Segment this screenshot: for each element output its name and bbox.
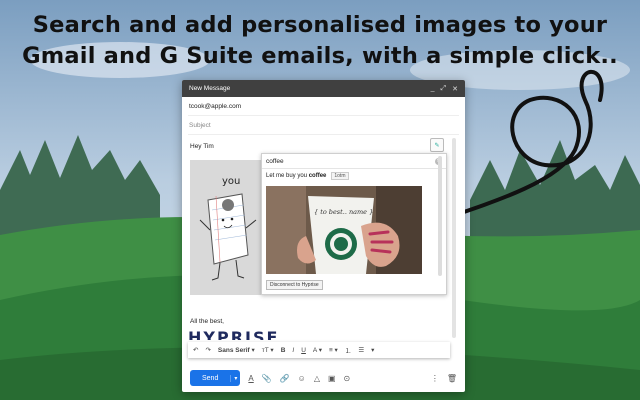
hyprise-search-input[interactable]: coffee ✕	[262, 154, 446, 169]
message-body[interactable]: Hey Tim ✎ you coffee ✕	[182, 133, 465, 343]
formatting-options-icon[interactable]: A	[248, 374, 253, 383]
hyprise-search-panel: coffee ✕ Let me buy you coffee 1otm { to…	[261, 153, 447, 295]
caption-tag[interactable]: 1otm	[331, 171, 349, 180]
expand-icon[interactable]: ⤢	[441, 85, 447, 93]
greeting-text: Hey Tim	[190, 143, 214, 150]
compose-window: New Message _ ⤢ ✕ tcook@apple.com Subjec…	[182, 80, 465, 392]
trash-icon[interactable]: 🗑	[447, 374, 457, 383]
subject-placeholder: Subject	[189, 121, 211, 129]
cartoon-image: you	[190, 160, 272, 295]
to-field[interactable]: tcook@apple.com	[188, 97, 459, 116]
send-options-icon[interactable]: ▾	[230, 374, 240, 382]
align-icon[interactable]: ≡ ▾	[329, 346, 338, 354]
body-scrollbar[interactable]	[452, 138, 456, 338]
italic-icon[interactable]: I	[292, 347, 294, 354]
closing-text: All the best,	[190, 318, 224, 325]
photo-icon[interactable]: ▣	[328, 374, 336, 383]
minimize-icon[interactable]: _	[431, 85, 435, 93]
disconnect-button[interactable]: Disconnect to Hyprise	[266, 280, 323, 290]
more-options-icon[interactable]: ⋮	[431, 374, 439, 383]
panel-scrollbar[interactable]	[438, 156, 442, 276]
font-family-select[interactable]: Sans Serif ▾	[218, 346, 255, 354]
attach-icon[interactable]: 📎	[262, 374, 272, 383]
coffee-result-image[interactable]: { to best.. name }	[266, 186, 422, 274]
headline-line-2: Gmail and G Suite emails, with a simple …	[22, 43, 618, 69]
headline-line-1: Search and add personalised images to yo…	[32, 12, 608, 38]
formatting-toolbar: ↶ ↷ Sans Serif ▾ ᴛT ▾ B I U A ▾ ≡ ▾ ⒈ ☰ …	[188, 342, 450, 358]
headline: Search and add personalised images to yo…	[0, 10, 640, 72]
font-size-icon[interactable]: ᴛT ▾	[262, 346, 274, 354]
undo-icon[interactable]: ↶	[193, 346, 198, 354]
caption-row: Let me buy you coffee 1otm	[262, 169, 446, 182]
drive-icon[interactable]: △	[314, 374, 320, 383]
link-icon[interactable]: 🔗	[280, 374, 290, 383]
compose-titlebar: New Message _ ⤢ ✕	[182, 80, 465, 97]
numbered-list-icon[interactable]: ⒈	[345, 345, 352, 355]
text-color-icon[interactable]: A ▾	[313, 346, 322, 354]
underline-icon[interactable]: U	[301, 347, 306, 354]
send-label: Send	[202, 374, 219, 382]
bulleted-list-icon[interactable]: ☰	[358, 346, 364, 354]
search-value: coffee	[266, 157, 284, 165]
hyprise-logo: HYPRISE	[188, 328, 280, 340]
compose-title: New Message	[189, 85, 231, 92]
more-formatting-icon[interactable]: ▾	[371, 346, 374, 354]
caption-prefix: Let me buy you	[266, 172, 308, 179]
font-family-value: Sans Serif	[217, 347, 250, 354]
close-icon[interactable]: ✕	[452, 85, 458, 93]
redo-icon[interactable]: ↷	[205, 346, 210, 354]
bold-icon[interactable]: B	[281, 347, 286, 354]
send-row: Send ▾ A 📎 🔗 ☺ △ ▣ ⊙ ⋮ 🗑	[182, 364, 465, 392]
emoji-icon[interactable]: ☺	[298, 374, 306, 383]
confidential-icon[interactable]: ⊙	[344, 374, 351, 383]
cup-handwriting: { to best.. name }	[314, 208, 373, 216]
send-button[interactable]: Send ▾	[190, 370, 241, 386]
cartoon-speech: you	[222, 176, 240, 187]
to-value: tcook@apple.com	[189, 102, 242, 110]
caption-keyword: coffee	[308, 172, 327, 179]
hyprise-toggle-icon[interactable]: ✎	[430, 138, 444, 152]
